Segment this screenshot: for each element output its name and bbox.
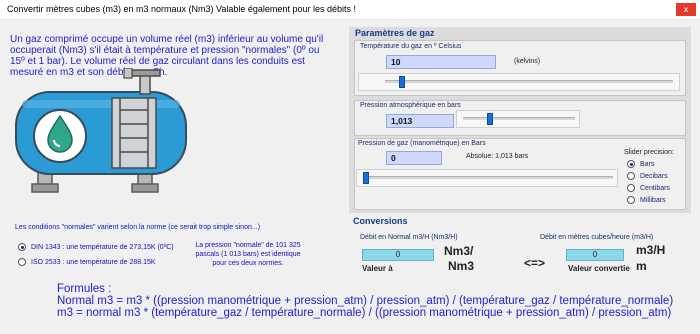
norm-option-iso[interactable]: ISO 2533 : une température de 288.15K xyxy=(18,258,156,266)
conversion-arrows: <=> xyxy=(524,256,546,270)
normal-flow-input[interactable]: 0 xyxy=(362,249,434,261)
radio-empty-icon xyxy=(627,172,635,180)
temperature-slider-thumb[interactable] xyxy=(399,76,406,88)
formula-m3: m3 = normal m3 * (température_gaz / temp… xyxy=(57,307,672,320)
gas-params-heading: Paramètres de gaz xyxy=(355,28,435,38)
cubic-flow-unit-2: m xyxy=(636,259,647,273)
gauge-pressure-slider-thumb[interactable] xyxy=(363,172,369,184)
ladder-icon xyxy=(111,97,157,169)
normal-flow-caption: Valeur à xyxy=(362,264,393,273)
formula-normal-m3: Normal m3 = m3 * ((pression manométrique… xyxy=(57,295,674,308)
radio-empty-icon xyxy=(18,258,26,266)
atm-pressure-slider[interactable] xyxy=(456,110,580,128)
radio-empty-icon xyxy=(627,196,635,204)
gauge-pressure-label: Pression de gaz (manométrique) en Bars xyxy=(358,140,486,147)
temperature-slider-track xyxy=(385,80,673,83)
cubic-flow-unit-1: m3/H xyxy=(636,243,666,257)
normal-flow-unit-2: Nm3 xyxy=(448,259,475,273)
cubic-flow-caption: Valeur convertie xyxy=(568,264,630,273)
gas-tank-illustration xyxy=(15,68,187,193)
window-title: Convertir mètres cubes (m3) en m3 normau… xyxy=(7,4,356,14)
gauge-pressure-input[interactable]: 0 xyxy=(386,151,442,165)
normal-flow-label: Débit en Normal m3/H (Nm3/H) xyxy=(360,234,458,241)
atm-pressure-slider-thumb[interactable] xyxy=(487,113,494,125)
valve-pipe-icon xyxy=(123,68,161,95)
atm-pressure-input[interactable]: 1,013 xyxy=(386,114,454,128)
gauge-pressure-slider[interactable] xyxy=(356,169,618,187)
atm-pressure-label: Pression atmosphérique en bars xyxy=(360,102,461,109)
normal-pressure-note: La pression "normale" de 101 325 pascals… xyxy=(195,242,301,267)
cubic-flow-label: Débit en mètres cubes/heure (m3/H) xyxy=(540,234,654,241)
temperature-unit: (kelvins) xyxy=(514,58,541,65)
temperature-input[interactable]: 10 xyxy=(386,55,496,69)
atm-pressure-slider-track xyxy=(463,117,575,120)
title-bar: Convertir mètres cubes (m3) en m3 normau… xyxy=(0,0,700,20)
norm-option-din[interactable]: DIN 1343 : une température de 273,15K (0… xyxy=(18,243,174,251)
cubic-flow-input[interactable]: 0 xyxy=(566,249,624,261)
gas-drop-icon xyxy=(33,109,87,163)
conversions-heading: Conversions xyxy=(353,216,408,226)
precision-option-bars[interactable]: Bars xyxy=(627,160,654,168)
precision-option-centibars[interactable]: Centibars xyxy=(627,184,670,192)
temperature-label: Température du gaz en º Celsius xyxy=(360,43,462,50)
radio-empty-icon xyxy=(627,184,635,192)
radio-selected-icon xyxy=(627,160,635,168)
gauge-pressure-slider-track xyxy=(363,176,613,179)
temperature-slider[interactable] xyxy=(358,73,680,91)
norms-note: Les conditions "normales" varient selon … xyxy=(15,224,261,231)
formulas-block: Formules : Normal m3 = m3 * ((pression m… xyxy=(57,283,673,320)
formulas-title: Formules : xyxy=(57,283,112,295)
normal-flow-unit-1: Nm3/ xyxy=(444,244,474,258)
precision-option-millibars[interactable]: Millibars xyxy=(627,196,666,204)
radio-selected-icon xyxy=(18,243,26,251)
precision-option-decibars[interactable]: Decibars xyxy=(627,172,668,180)
absolute-pressure-readout: Absolue: 1,013 bars xyxy=(466,153,529,160)
close-button[interactable]: x xyxy=(676,3,696,16)
app-window: Convertir mètres cubes (m3) en m3 normau… xyxy=(0,0,700,334)
precision-label: Slider precision: xyxy=(624,149,674,156)
